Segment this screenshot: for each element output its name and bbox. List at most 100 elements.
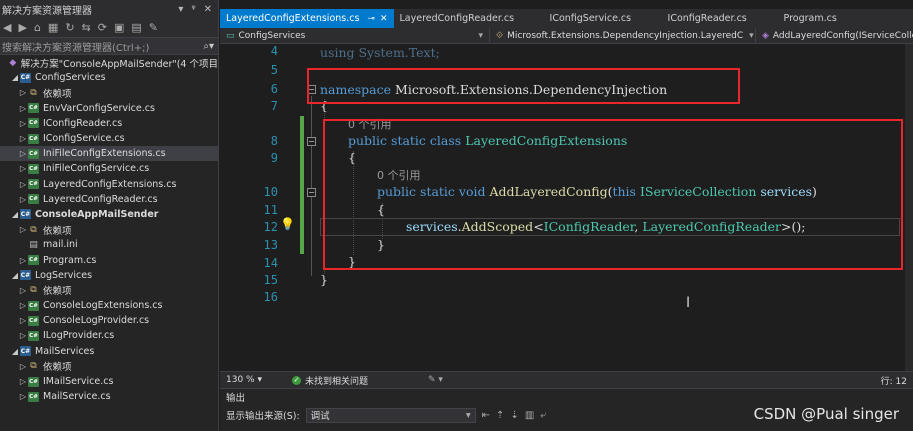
tree-item-label: ConfigServices — [35, 72, 106, 84]
expanded-arrow-icon[interactable]: ◢ — [10, 73, 20, 82]
expand-arrow-icon[interactable]: ▷ — [18, 134, 28, 143]
expanded-arrow-icon[interactable]: ◢ — [10, 347, 20, 356]
tree-item[interactable]: ▷ C# ConsoleLogProvider.cs — [0, 313, 218, 328]
expand-arrow-icon[interactable]: ▷ — [18, 301, 28, 310]
expanded-arrow-icon[interactable]: ◢ — [10, 271, 20, 280]
expand-arrow-icon[interactable]: ▷ — [18, 225, 28, 234]
dependencies-icon: ⧉ — [30, 87, 37, 98]
csharp-file-icon: C# — [28, 133, 39, 144]
tree-item[interactable]: ▷ C# ILogProvider.cs — [0, 328, 218, 343]
tree-item[interactable]: ▷ C# LayeredConfigReader.cs — [0, 192, 218, 207]
document-tabs: LayeredConfigExtensions.cs ⊸ ✕ LayeredCo… — [220, 9, 913, 28]
output-source-select[interactable]: 调试 ▾ — [305, 407, 476, 423]
properties-icon[interactable]: ✎ — [149, 21, 158, 34]
next-message-icon[interactable]: ⇣ — [510, 410, 518, 421]
expand-arrow-icon[interactable]: ▷ — [18, 331, 28, 340]
forward-icon[interactable]: ▶ — [18, 21, 26, 34]
tree-item-label: ILogProvider.cs — [43, 330, 115, 342]
lightbulb-icon[interactable]: 💡 — [280, 217, 295, 231]
expand-arrow-icon[interactable]: ▷ — [18, 286, 28, 295]
sync-icon[interactable]: ⇆ — [82, 21, 91, 34]
csharp-file-icon: C# — [28, 376, 39, 387]
tab-layered-config-extensions[interactable]: LayeredConfigExtensions.cs ⊸ ✕ — [220, 9, 394, 28]
expanded-arrow-icon[interactable]: ◢ — [10, 210, 20, 219]
expand-arrow-icon[interactable]: ▷ — [18, 392, 28, 401]
word-wrap-icon[interactable]: ⤶ — [540, 410, 546, 421]
csharp-file-icon: C# — [28, 300, 39, 311]
line-number: 13 — [263, 238, 278, 252]
expand-arrow-icon[interactable]: ▷ — [18, 256, 28, 265]
tree-item[interactable]: ▷ C# MailService.cs — [0, 389, 218, 404]
show-all-files-icon[interactable]: ▤ — [131, 21, 141, 34]
project-dropdown[interactable]: ▭ ConfigServices ▾ — [220, 28, 490, 43]
tree-item[interactable]: ▷ C# IniFileConfigService.cs — [0, 161, 218, 176]
refresh-icon[interactable]: ⟳ — [98, 21, 107, 34]
tab-iconfig-reader[interactable]: IConfigReader.cs — [662, 9, 778, 28]
expand-arrow-icon[interactable]: ▷ — [18, 164, 28, 173]
back-icon[interactable]: ◀ — [3, 21, 11, 34]
csharp-file-icon: C# — [28, 148, 39, 159]
tree-item[interactable]: ▷ C# IMailService.cs — [0, 374, 218, 389]
expand-arrow-icon[interactable]: ▷ — [18, 149, 28, 158]
tree-item-label: 解决方案"ConsoleAppMailSender"(4 个项目 — [20, 58, 218, 70]
issues-indicator[interactable]: ✓ 未找到相关问题 — [292, 374, 368, 387]
code-editor[interactable]: 4 5 6 7 8 9 10 11 12 13 14 15 16 − − − u… — [220, 44, 913, 371]
member-dropdown[interactable]: ◈ AddLayeredConfig(IServiceCollection — [756, 28, 913, 43]
close-icon[interactable]: ✕ — [380, 14, 388, 24]
tree-item[interactable]: ▷ C# EnvVarConfigService.cs — [0, 101, 218, 116]
tree-solution[interactable]: ◆ 解决方案"ConsoleAppMailSender"(4 个项目 — [0, 55, 218, 70]
tree-item[interactable]: ▷ ⧉ 依赖项 — [0, 283, 218, 298]
tree-item[interactable]: ▷ ⧉ 依赖项 — [0, 85, 218, 100]
tree-item[interactable]: ▷ C# ConsoleLogExtensions.cs — [0, 298, 218, 313]
expand-arrow-icon[interactable]: ▷ — [18, 88, 28, 97]
vertical-scrollbar[interactable] — [905, 44, 913, 371]
expand-arrow-icon[interactable]: ▷ — [18, 377, 28, 386]
type-dropdown[interactable]: ⟐ Microsoft.Extensions.DependencyInjecti… — [490, 28, 756, 43]
tab-iconfig-service[interactable]: IConfigService.cs — [544, 9, 662, 28]
expand-arrow-icon[interactable]: ▷ — [18, 362, 28, 371]
search-icon[interactable]: ⌕▾ — [203, 41, 218, 52]
tree-item[interactable]: ▷ C# IConfigReader.cs — [0, 116, 218, 131]
dependencies-icon: ⧉ — [30, 224, 37, 235]
collapse-all-icon[interactable]: ▣ — [114, 21, 124, 34]
pending-changes-icon[interactable]: ↻ — [65, 21, 74, 34]
tree-item[interactable]: ▤ mail.ini — [0, 237, 218, 252]
tree-item[interactable]: ▷ ⧉ 依赖项 — [0, 222, 218, 237]
home-icon[interactable]: ⌂ — [34, 21, 41, 34]
expand-arrow-icon[interactable]: ▷ — [18, 180, 28, 189]
expand-arrow-icon[interactable]: ▷ — [18, 195, 28, 204]
search-input[interactable]: 搜索解决方案资源管理器(Ctrl+;) — [2, 39, 149, 54]
tree-project[interactable]: ◢ C# MailServices — [0, 344, 218, 359]
collapse-icon[interactable]: − — [307, 137, 316, 146]
tree-item-label: ConsoleAppMailSender — [35, 208, 159, 220]
tree-project[interactable]: ◢ C# ConfigServices — [0, 70, 218, 85]
zoom-level[interactable]: 130 % ▾ — [220, 375, 280, 385]
switch-views-icon[interactable]: ▦ — [48, 21, 58, 34]
close-icon[interactable]: ✕ — [204, 4, 212, 15]
find-icon[interactable]: ⇤ — [482, 410, 490, 421]
pin-icon[interactable]: ᵠ — [191, 4, 195, 15]
tab-program[interactable]: Program.cs — [778, 9, 843, 28]
solution-explorer-search[interactable]: 搜索解决方案资源管理器(Ctrl+;) ⌕▾ — [0, 38, 218, 55]
tree-item[interactable]: ▷ C# IConfigService.cs — [0, 131, 218, 146]
tree-item[interactable]: ▷ C# IniFileConfigExtensions.cs — [0, 146, 218, 162]
tree-item[interactable]: ▷ ⧉ 依赖项 — [0, 359, 218, 374]
tree-item[interactable]: ▷ C# Program.cs — [0, 252, 218, 267]
cursor-position: 行: 12 — [880, 376, 907, 387]
pin-icon[interactable]: ⊸ — [367, 14, 375, 24]
clear-all-icon[interactable]: ▥ — [525, 410, 534, 421]
expand-arrow-icon[interactable]: ▷ — [18, 104, 28, 113]
tree-project[interactable]: ◢ C# ConsoleAppMailSender — [0, 207, 218, 222]
tree-project[interactable]: ◢ C# LogServices — [0, 268, 218, 283]
expand-arrow-icon[interactable]: ▷ — [18, 316, 28, 325]
collapse-icon[interactable]: − — [307, 188, 316, 197]
code-cleanup-icon[interactable]: ✎ ▾ — [428, 375, 443, 385]
dropdown-icon[interactable]: ▾ — [178, 4, 183, 15]
method-icon: ◈ — [762, 30, 769, 41]
prev-message-icon[interactable]: ⇡ — [496, 410, 504, 421]
tab-layered-config-reader[interactable]: LayeredConfigReader.cs — [394, 9, 544, 28]
expand-arrow-icon[interactable]: ▷ — [18, 119, 28, 128]
tree-item[interactable]: ▷ C# LayeredConfigExtensions.cs — [0, 177, 218, 192]
csharp-project-icon: C# — [20, 270, 31, 281]
tree-item-label: IniFileConfigExtensions.cs — [43, 148, 166, 160]
